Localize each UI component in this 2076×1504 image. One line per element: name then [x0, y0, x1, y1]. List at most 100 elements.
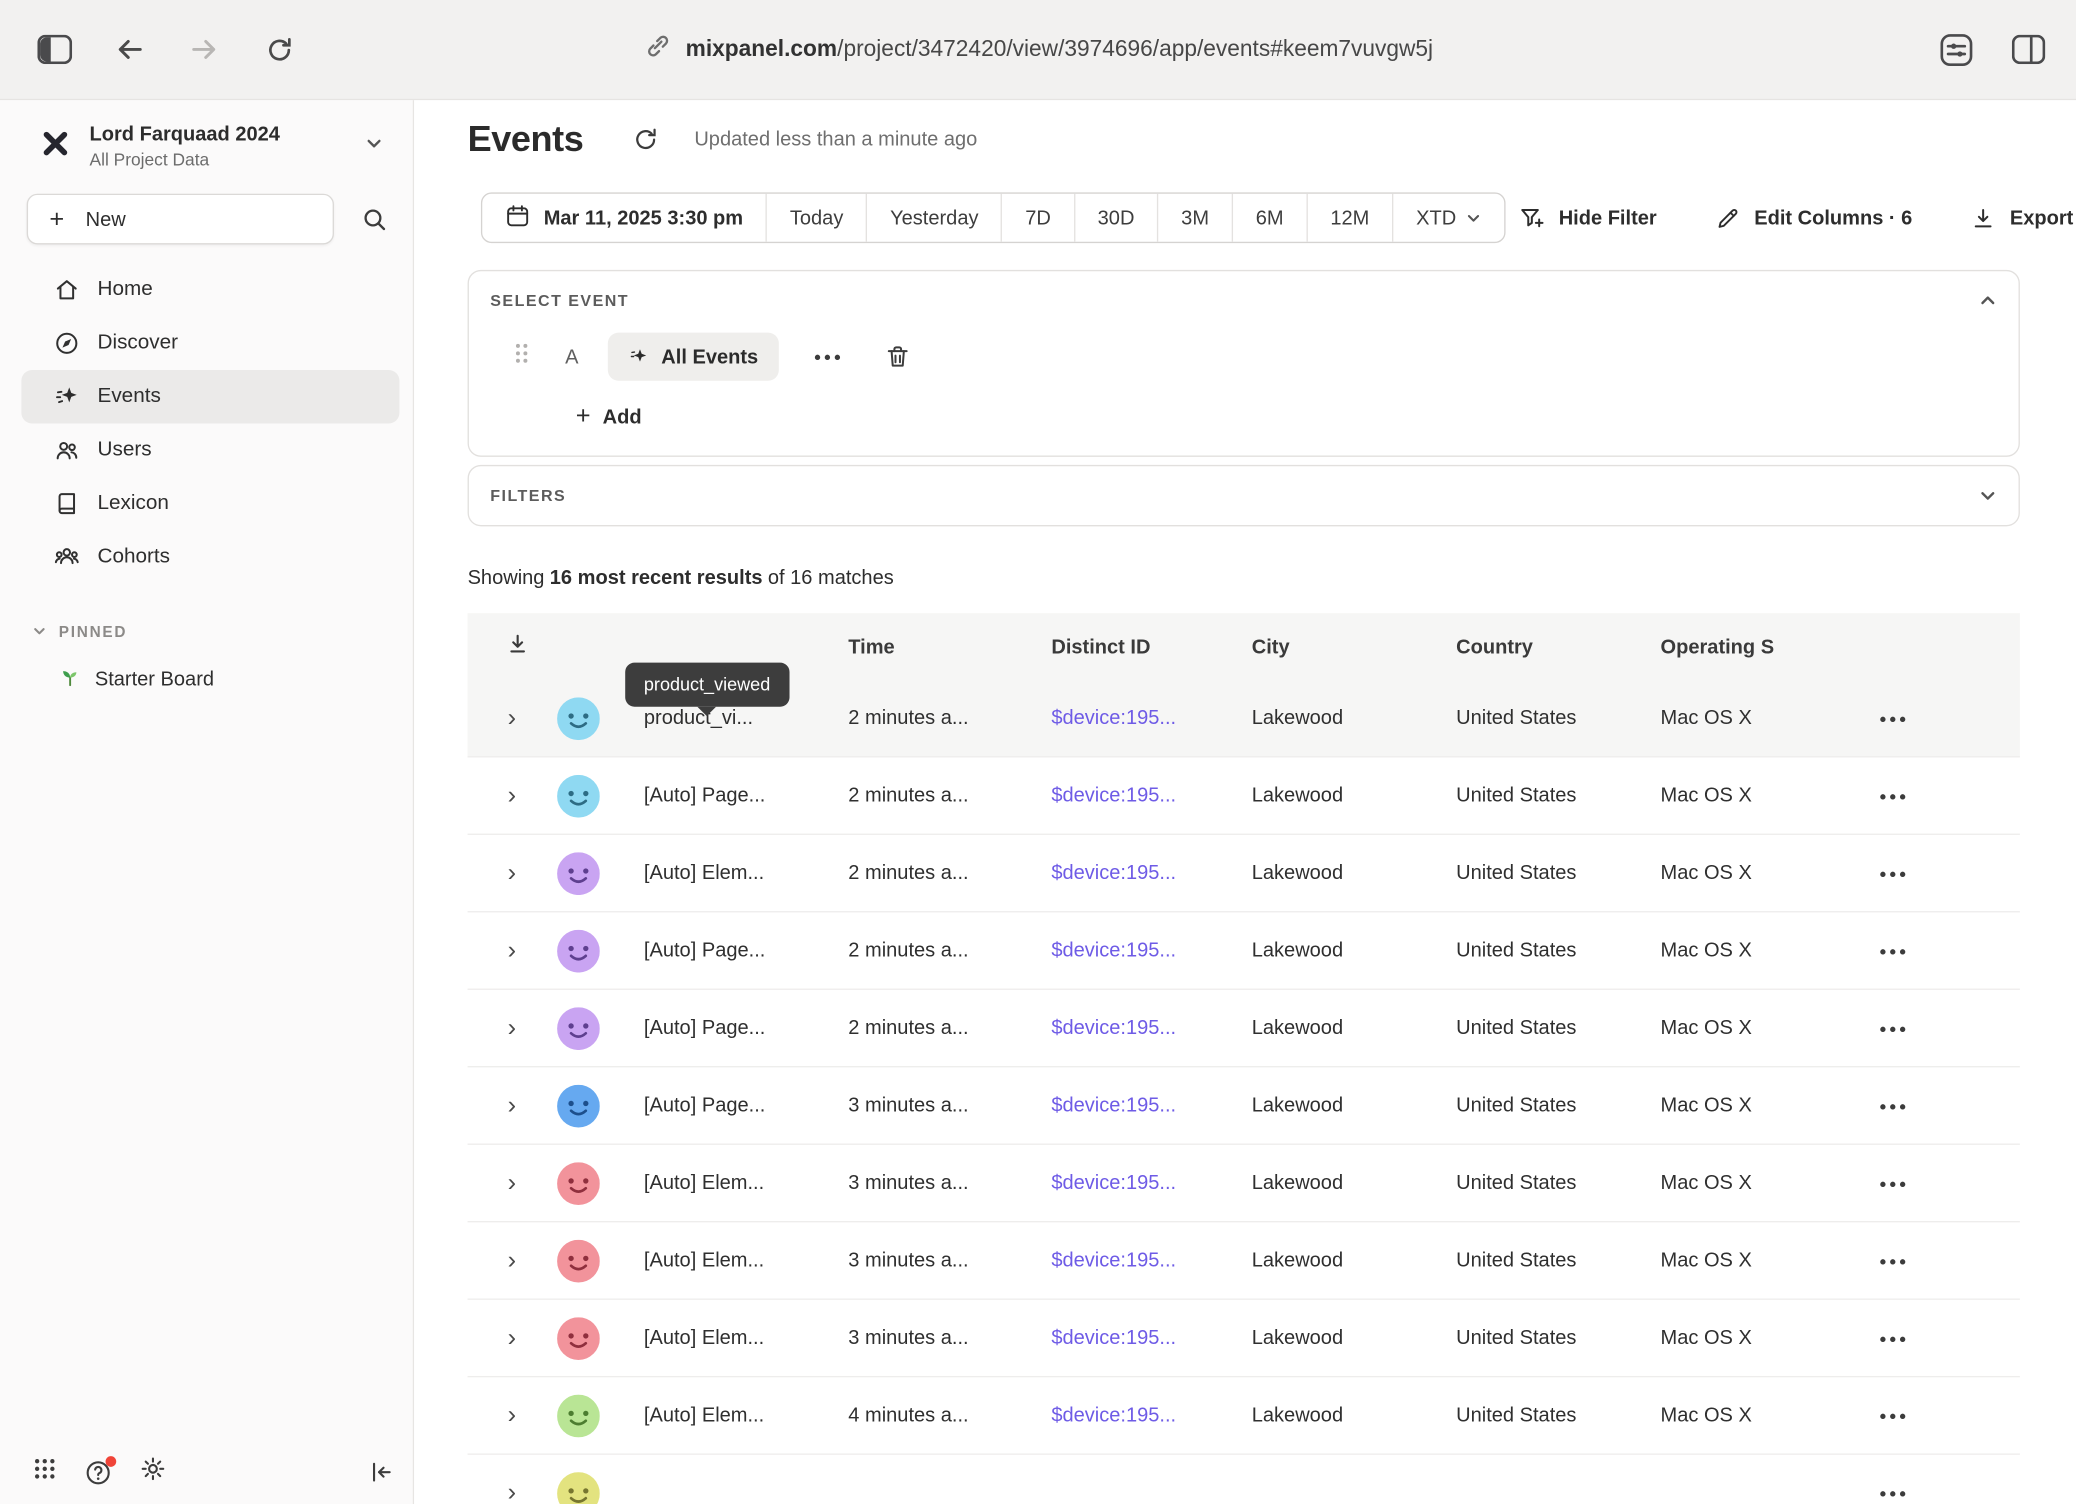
edit-columns-button[interactable]: Edit Columns · 6	[1715, 205, 1912, 230]
range-xtd-button[interactable]: XTD	[1392, 194, 1504, 242]
refresh-icon[interactable]	[632, 126, 660, 154]
row-actions-button[interactable]: •••	[1864, 1250, 2020, 1271]
row-expand-chevron[interactable]: ›	[468, 1325, 543, 1350]
row-actions-button[interactable]: •••	[1864, 1327, 2020, 1348]
row-expand-chevron[interactable]: ›	[468, 1093, 543, 1118]
row-actions-button[interactable]: •••	[1864, 707, 2020, 728]
range-7d-button[interactable]: 7D	[1001, 194, 1073, 242]
gear-icon[interactable]	[139, 1455, 167, 1490]
row-expand-chevron[interactable]: ›	[468, 1170, 543, 1195]
sidebar-item-cohorts[interactable]: Cohorts	[21, 530, 399, 583]
distinct-id-link[interactable]: $device:195...	[1051, 939, 1251, 962]
table-row[interactable]: › [Auto] Elem... 3 minutes a... $device:…	[468, 1300, 2020, 1377]
range-today-button[interactable]: Today	[766, 194, 866, 242]
range-yesterday-button[interactable]: Yesterday	[866, 194, 1001, 242]
row-expand-chevron[interactable]: ›	[468, 1403, 543, 1428]
range-30d-button[interactable]: 30D	[1074, 194, 1158, 242]
row-expand-chevron[interactable]: ›	[468, 938, 543, 963]
drag-handle-icon[interactable]	[513, 341, 530, 373]
date-picker-button[interactable]: Mar 11, 2025 3:30 pm	[482, 194, 766, 242]
sidebar-item-lexicon[interactable]: Lexicon	[21, 477, 399, 530]
table-row[interactable]: › [Auto] Elem... 3 minutes a... $device:…	[468, 1145, 2020, 1222]
all-events-button[interactable]: All Events	[608, 333, 778, 381]
trash-icon[interactable]	[884, 343, 911, 370]
distinct-id-link[interactable]: $device:195...	[1051, 1327, 1251, 1350]
results-prefix: Showing	[468, 566, 545, 589]
table-row[interactable]: › [Auto] Elem... 2 minutes a... $device:…	[468, 835, 2020, 912]
sidebar-item-events[interactable]: Events	[21, 370, 399, 423]
search-button[interactable]	[346, 194, 402, 245]
distinct-id-link[interactable]: $device:195...	[1051, 784, 1251, 807]
pin-column-icon[interactable]	[468, 633, 543, 660]
new-button[interactable]: + New	[27, 194, 334, 245]
pinned-section-header[interactable]: PINNED	[32, 624, 413, 643]
forward-icon[interactable]	[186, 31, 223, 68]
row-expand-chevron[interactable]: ›	[468, 860, 543, 885]
table-row[interactable]: › [Auto] Page... 2 minutes a... $device:…	[468, 990, 2020, 1067]
row-actions-button[interactable]: •••	[1864, 1405, 2020, 1426]
event-options-button[interactable]: •••	[814, 346, 844, 367]
event-avatar-icon	[542, 1394, 614, 1437]
city-cell: Lakewood	[1252, 862, 1456, 885]
split-view-icon[interactable]	[2009, 31, 2046, 68]
chevron-up-icon[interactable]	[1978, 291, 1997, 310]
range-12m-button[interactable]: 12M	[1306, 194, 1392, 242]
sidebar-item-users[interactable]: Users	[21, 423, 399, 476]
table-row[interactable]: › [Auto] Elem... 4 minutes a... $device:…	[468, 1377, 2020, 1454]
table-row[interactable]: › [Auto] Page... 2 minutes a... $device:…	[468, 912, 2020, 989]
row-actions-button[interactable]: •••	[1864, 1017, 2020, 1038]
hide-filter-button[interactable]: Hide Filter	[1519, 204, 1657, 231]
row-expand-chevron[interactable]: ›	[468, 1248, 543, 1273]
hide-filter-label: Hide Filter	[1559, 206, 1657, 229]
notification-dot	[106, 1455, 117, 1466]
collapse-sidebar-icon[interactable]	[367, 1459, 394, 1486]
distinct-id-link[interactable]: $device:195...	[1051, 1094, 1251, 1117]
add-event-button[interactable]: + Add	[576, 402, 1997, 431]
distinct-id-link[interactable]: $device:195...	[1051, 1017, 1251, 1040]
chevron-down-icon[interactable]	[1978, 486, 1997, 505]
row-expand-chevron[interactable]: ›	[468, 1015, 543, 1040]
back-icon[interactable]	[111, 31, 148, 68]
table-row[interactable]: › [Auto] Page... 2 minutes a... $device:…	[468, 757, 2020, 834]
row-actions-button[interactable]: •••	[1864, 1172, 2020, 1193]
sidebar-item-starter-board[interactable]: Starter Board	[59, 665, 413, 693]
distinct-id-link[interactable]: $device:195...	[1051, 1249, 1251, 1272]
row-expand-chevron[interactable]: ›	[468, 783, 543, 808]
event-name-cell: [Auto] Page...	[615, 939, 849, 962]
column-header-country: Country	[1456, 635, 1660, 658]
extensions-icon[interactable]	[1937, 31, 1974, 68]
row-expand-chevron[interactable]: ›	[468, 1480, 543, 1504]
table-row[interactable]: › [Auto] Page... 3 minutes a... $device:…	[468, 1067, 2020, 1144]
export-button[interactable]: Export	[1971, 205, 2073, 230]
row-actions-button[interactable]: •••	[1864, 940, 2020, 961]
table-row[interactable]: › [Auto] Elem... 3 minutes a... $device:…	[468, 1222, 2020, 1299]
row-expand-chevron[interactable]: ›	[468, 705, 543, 730]
workspace-switcher[interactable]: Lord Farquaad 2024 All Project Data	[0, 100, 413, 183]
range-6m-button[interactable]: 6M	[1232, 194, 1307, 242]
distinct-id-link[interactable]: $device:195...	[1051, 862, 1251, 885]
event-name-cell: [Auto] Elem...	[615, 1172, 849, 1195]
distinct-id-link[interactable]: $device:195...	[1051, 1404, 1251, 1427]
row-actions-button[interactable]: •••	[1864, 862, 2020, 883]
range-3m-button[interactable]: 3M	[1157, 194, 1232, 242]
sidebar-item-discover[interactable]: Discover	[21, 317, 399, 370]
sidebar-toggle-icon[interactable]	[36, 31, 73, 68]
address-bar[interactable]: mixpanel.com/project/3472420/view/397469…	[643, 32, 1433, 67]
distinct-id-link[interactable]: $device:195...	[1051, 1172, 1251, 1195]
row-actions-button[interactable]: •••	[1864, 785, 2020, 806]
help-button[interactable]	[84, 1458, 112, 1486]
distinct-id-link[interactable]: $device:195...	[1051, 707, 1251, 730]
chevron-down-icon	[1466, 210, 1482, 226]
event-avatar-icon	[542, 697, 614, 740]
reload-icon[interactable]	[261, 31, 298, 68]
table-row[interactable]: › •••	[468, 1455, 2020, 1504]
event-name-cell: [Auto] Page...	[615, 784, 849, 807]
compass-icon	[53, 330, 80, 357]
row-actions-button[interactable]: •••	[1864, 1095, 2020, 1116]
event-name-cell: [Auto] Elem...	[615, 862, 849, 885]
apps-grid-icon[interactable]	[32, 1456, 57, 1488]
sidebar-item-home[interactable]: Home	[21, 263, 399, 316]
plus-icon: +	[49, 206, 64, 231]
row-actions-button[interactable]: •••	[1864, 1482, 2020, 1503]
table-body: › product_vi... 2 minutes a... $device:1…	[468, 680, 2020, 1504]
